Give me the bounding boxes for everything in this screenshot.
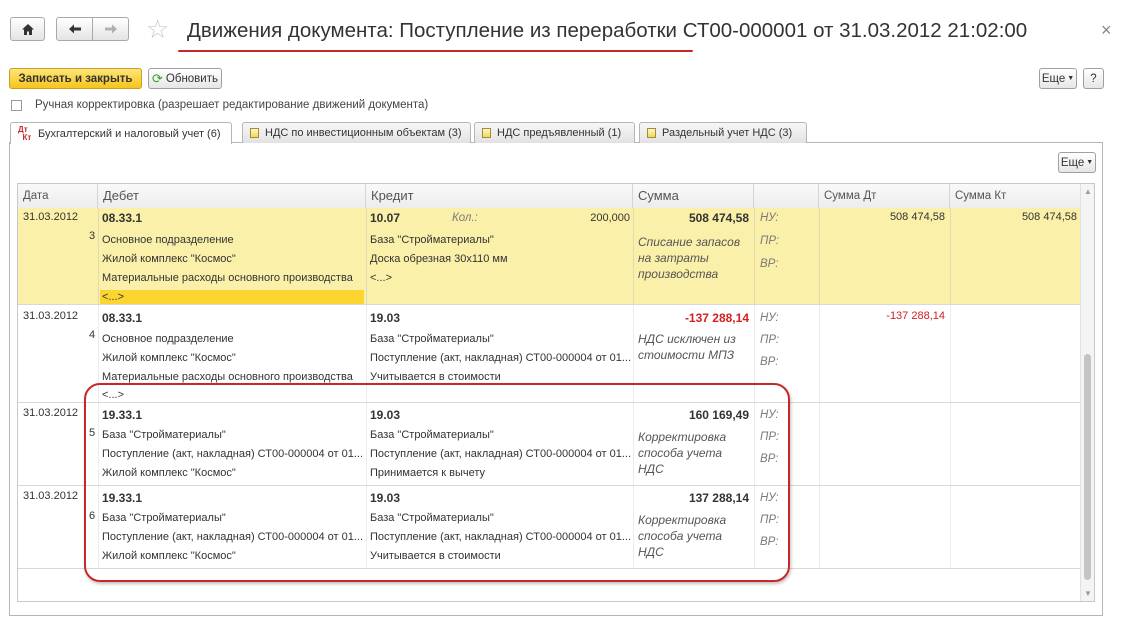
credit-subconto: Поступление (акт, накладная) СТ00-000004… [370,352,632,364]
help-button[interactable]: ? [1083,68,1104,89]
forward-button[interactable] [93,17,129,41]
chevron-down-icon: ▼ [1086,159,1094,166]
manual-edit-row: Ручная корректировка (разрешает редактир… [11,99,428,111]
chevron-down-icon: ▼ [1067,75,1075,82]
table-row[interactable]: 31.03.2012 3 08.33.1 Основное подразделе… [18,208,1080,305]
highlight-annotation [84,383,790,582]
star-icon[interactable]: ☆ [146,14,169,44]
credit-subconto: Учитывается в стоимости [370,371,501,383]
save-and-close-button[interactable]: Записать и закрыть [9,68,142,89]
tax-label-nu: НУ: [760,212,779,224]
debit-subconto: Материальные расходы основного производс… [102,371,353,383]
row-sum: 508 474,58 [688,211,749,225]
row-number: 4 [89,329,96,341]
scrollbar-thumb[interactable] [1084,354,1091,580]
row-date: 31.03.2012 [23,211,79,223]
tab-separate-vat[interactable]: Раздельный учет НДС (3) [639,122,807,143]
home-icon [21,23,34,35]
arrow-right-icon [104,24,117,34]
manual-edit-label[interactable]: Ручная корректировка (разрешает редактир… [35,99,428,111]
credit-subconto: Доска обрезная 30х110 мм [370,253,508,265]
column-header-sum[interactable]: Сумма [633,184,754,208]
tax-label-vr: ВР: [760,258,779,270]
tab-label: Бухгалтерский и налоговый учет (6) [38,127,221,140]
debit-subconto: <...> [102,291,125,303]
arrow-left-icon [68,24,81,34]
row-date: 31.03.2012 [23,490,79,502]
row-date: 31.03.2012 [23,310,79,322]
home-button[interactable] [10,17,45,41]
tab-label: Раздельный учет НДС (3) [662,127,793,139]
tab-accounting[interactable]: Дт Кт Бухгалтерский и налоговый учет (6) [10,122,232,144]
window-title: Движения документа: Поступление из перер… [187,19,1028,42]
tab-label: НДС предъявленный (1) [497,127,622,139]
credit-qty: 200,000 [590,212,630,224]
register-icon [250,128,259,138]
more-label: Еще [1041,72,1066,85]
tab-label: НДС по инвестиционным объектам (3) [265,127,462,139]
debit-subconto: Основное подразделение [102,333,234,345]
more-menu-button[interactable]: Еще ▼ [1039,68,1077,89]
scroll-up-icon[interactable]: ▲ [1084,187,1092,196]
scroll-down-icon[interactable]: ▼ [1084,589,1092,598]
column-header-sum-dt[interactable]: Сумма Дт [819,184,950,208]
credit-account: 19.03 [370,311,401,325]
debit-account: 08.33.1 [102,211,143,225]
credit-subconto: <...> [370,272,393,284]
row-sum-kt: 508 474,58 [1021,211,1077,223]
tab-vat-presented[interactable]: НДС предъявленный (1) [474,122,635,143]
tax-label-pr: ПР: [760,334,780,346]
register-icon [482,128,491,138]
column-header-sum-kt[interactable]: Сумма Кт [950,184,1080,208]
column-header-tax[interactable] [754,184,819,208]
column-header-debit[interactable]: Дебет [98,184,366,208]
table-header: Дата Дебет Кредит Сумма Сумма Дт Сумма К… [18,184,1080,209]
manual-edit-checkbox[interactable] [11,99,22,111]
row-sum: -137 288,14 [684,311,749,325]
credit-account: 10.07 [370,211,401,225]
credit-subconto: База "Стройматериалы" [370,234,494,246]
column-header-date[interactable]: Дата [18,184,98,208]
debit-subconto: Материальные расходы основного производс… [102,272,353,284]
row-number: 3 [89,230,96,242]
vertical-scrollbar[interactable]: ▲ ▼ [1080,184,1094,601]
tab-vat-investment[interactable]: НДС по инвестиционным объектам (3) [242,122,471,143]
row-content: Списание запасов на затраты производства [638,235,741,281]
back-button[interactable] [56,17,93,41]
tax-label-vr: ВР: [760,356,779,368]
close-icon[interactable]: × [1101,20,1112,40]
debit-subconto: Основное подразделение [102,234,234,246]
grid-more-button[interactable]: Еще ▼ [1058,152,1096,173]
tax-label-nu: НУ: [760,312,779,324]
refresh-icon: ⟳ [152,71,163,86]
refresh-button[interactable]: ⟳ Обновить [148,68,222,89]
title-underline [178,50,693,52]
credit-subconto: База "Стройматериалы" [370,333,494,345]
register-icon [647,128,656,138]
dt-kt-icon: Дт Кт [18,124,32,142]
debit-account: 08.33.1 [102,311,143,325]
more-label: Еще [1060,156,1085,169]
tax-label-pr: ПР: [760,235,780,247]
column-header-credit[interactable]: Кредит [366,184,633,208]
row-date: 31.03.2012 [23,407,79,419]
row-sum-dt: 508 474,58 [889,211,945,223]
refresh-label: Обновить [165,72,218,85]
debit-subconto: Жилой комплекс "Космос" [102,253,236,265]
debit-subconto: Жилой комплекс "Космос" [102,352,236,364]
row-content: НДС исключен из стоимости МПЗ [638,332,736,362]
row-sum-dt: -137 288,14 [886,310,945,322]
credit-qty-label: Кол.: [452,212,478,224]
